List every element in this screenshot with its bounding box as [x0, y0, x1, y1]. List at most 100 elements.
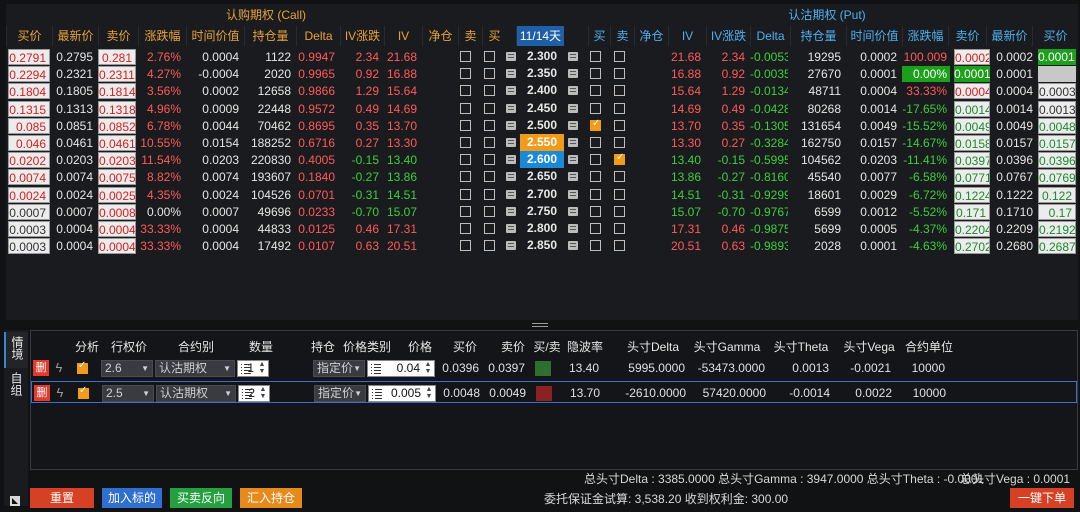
call-buy-checkbox[interactable]	[484, 240, 495, 252]
call-last[interactable]: 0.2321	[52, 66, 96, 82]
put-iv-change[interactable]: -0.70	[706, 204, 748, 220]
put-sell-checkbox[interactable]	[614, 205, 625, 217]
put-ask[interactable]: 0.0014	[954, 100, 990, 117]
put-ask[interactable]: 0.0397	[954, 152, 990, 169]
call-change[interactable]: 4.96%	[138, 101, 184, 117]
call-iv-change[interactable]: 0.27	[340, 135, 382, 151]
strike-price[interactable]: 2.550	[520, 134, 564, 151]
put-last[interactable]: 0.1710	[992, 204, 1036, 220]
call-time-value[interactable]: 0.0044	[186, 118, 242, 134]
call-bid[interactable]: 0.1315	[8, 100, 50, 117]
import-positions-button[interactable]: 汇入持仓	[240, 488, 302, 508]
put-iv-change[interactable]: -0.27	[706, 169, 748, 185]
call-open-interest[interactable]: 220830	[244, 152, 294, 168]
call-ask[interactable]: 0.2311	[98, 66, 136, 83]
quantity-stepper[interactable]: 1 ▲ ▼	[237, 360, 269, 377]
put-buy-checkbox[interactable]	[590, 137, 601, 148]
call-ask[interactable]: 0.0075	[98, 169, 136, 186]
put-time-value[interactable]: 0.0004	[846, 83, 900, 99]
call-bid[interactable]: 0.046	[8, 135, 50, 151]
call-sell-checkbox[interactable]	[460, 102, 471, 114]
call-iv[interactable]: 13.70	[384, 118, 420, 134]
put-buy-checkbox[interactable]	[590, 205, 601, 217]
strike-price[interactable]: 2.800	[520, 220, 564, 237]
reset-button[interactable]: 重置	[30, 488, 94, 508]
put-iv-change[interactable]: -0.15	[706, 152, 748, 168]
put-sell-checkbox[interactable]	[614, 85, 625, 97]
put-last[interactable]: 0.0004	[992, 83, 1036, 99]
call-sell-checkbox[interactable]	[460, 68, 471, 80]
call-iv[interactable]: 13.86	[384, 169, 420, 185]
splitter-grip-icon[interactable]	[532, 323, 548, 327]
call-open-interest[interactable]: 49696	[244, 204, 294, 220]
call-iv[interactable]: 15.07	[384, 204, 420, 220]
call-time-value[interactable]: 0.0154	[186, 135, 242, 151]
call-time-value[interactable]: 0.0004	[186, 221, 242, 237]
put-col-header[interactable]: 买价	[1032, 26, 1078, 46]
call-change[interactable]: 11.54%	[138, 152, 184, 168]
price-stepper[interactable]: 0.04 ▲ ▼	[367, 360, 435, 377]
put-iv-change[interactable]: 0.27	[706, 135, 748, 151]
call-delta[interactable]: 0.1840	[296, 169, 338, 185]
call-time-value[interactable]: 0.0074	[186, 169, 242, 185]
put-open-interest[interactable]: 2028	[790, 238, 844, 254]
put-sell-checkbox[interactable]	[614, 137, 625, 148]
put-bid[interactable]: 0.0013	[1038, 100, 1076, 117]
put-delta[interactable]: -0.3284	[750, 135, 788, 151]
put-col-header[interactable]: 卖	[610, 26, 634, 46]
put-open-interest[interactable]: 45540	[790, 169, 844, 185]
strike-select[interactable]: 2.6 ▼	[101, 360, 153, 377]
call-sell-checkbox[interactable]	[460, 171, 471, 183]
call-col-header[interactable]: IV	[384, 26, 422, 46]
expiry-tab[interactable]: 11/14天	[516, 26, 564, 46]
call-iv-change[interactable]: 0.46	[340, 221, 382, 237]
put-delta[interactable]: -0.0428	[750, 101, 788, 117]
put-detail-icon[interactable]	[568, 120, 578, 130]
call-detail-icon[interactable]	[506, 155, 516, 165]
call-change[interactable]: 33.33%	[138, 238, 184, 254]
put-iv-change[interactable]: 0.63	[706, 238, 748, 254]
call-time-value[interactable]: 0.0002	[186, 83, 242, 99]
call-open-interest[interactable]: 188252	[244, 135, 294, 151]
put-change[interactable]: -4.63%	[902, 238, 950, 254]
corner-resize-icon[interactable]	[10, 496, 20, 506]
call-iv-change[interactable]: -0.70	[340, 204, 382, 220]
put-last[interactable]: 0.0001	[992, 66, 1036, 82]
put-delta[interactable]: -0.9893	[750, 238, 788, 254]
put-ask[interactable]: 0.1224	[954, 186, 990, 203]
call-detail-icon[interactable]	[506, 69, 516, 79]
put-time-value[interactable]: 0.0012	[846, 204, 900, 220]
call-col-header[interactable]: 买	[482, 26, 506, 46]
put-col-header[interactable]: 涨跌幅	[902, 26, 948, 46]
call-last[interactable]: 0.0024	[52, 187, 96, 203]
put-open-interest[interactable]: 104562	[790, 152, 844, 168]
call-detail-icon[interactable]	[506, 224, 516, 233]
delete-leg-button[interactable]: 删	[33, 360, 49, 376]
put-delta[interactable]: -0.9875	[750, 221, 788, 237]
put-last[interactable]: 0.0767	[992, 169, 1036, 185]
call-iv[interactable]: 13.30	[384, 135, 420, 151]
put-delta[interactable]: -0.0053	[750, 49, 788, 65]
call-sell-checkbox[interactable]	[460, 188, 471, 200]
call-change[interactable]: 4.27%	[138, 66, 184, 82]
put-delta[interactable]: -0.9299	[750, 187, 788, 203]
call-change[interactable]: 10.55%	[138, 135, 184, 151]
put-detail-icon[interactable]	[568, 52, 578, 61]
call-time-value[interactable]: 0.0007	[186, 204, 242, 220]
put-open-interest[interactable]: 5699	[790, 221, 844, 237]
put-ask[interactable]: 0.0001	[954, 66, 990, 83]
call-iv[interactable]: 20.51	[384, 238, 420, 254]
call-bid[interactable]: 0.2294	[8, 66, 50, 83]
call-last[interactable]: 0.0461	[52, 135, 96, 151]
tab-scenario[interactable]: 情境	[4, 332, 28, 368]
strike-price[interactable]: 2.450	[520, 100, 564, 117]
put-detail-icon[interactable]	[568, 138, 578, 147]
stepper-arrows-icon[interactable]: ▲ ▼	[424, 386, 434, 401]
call-iv[interactable]: 14.69	[384, 101, 420, 117]
put-delta[interactable]: -0.0134	[750, 83, 788, 99]
call-open-interest[interactable]: 1122	[244, 49, 294, 65]
add-underlying-button[interactable]: 加入标的	[102, 488, 162, 508]
call-open-interest[interactable]: 104526	[244, 187, 294, 203]
put-sell-checkbox[interactable]	[614, 68, 625, 80]
delete-leg-button[interactable]: 删	[34, 385, 50, 401]
